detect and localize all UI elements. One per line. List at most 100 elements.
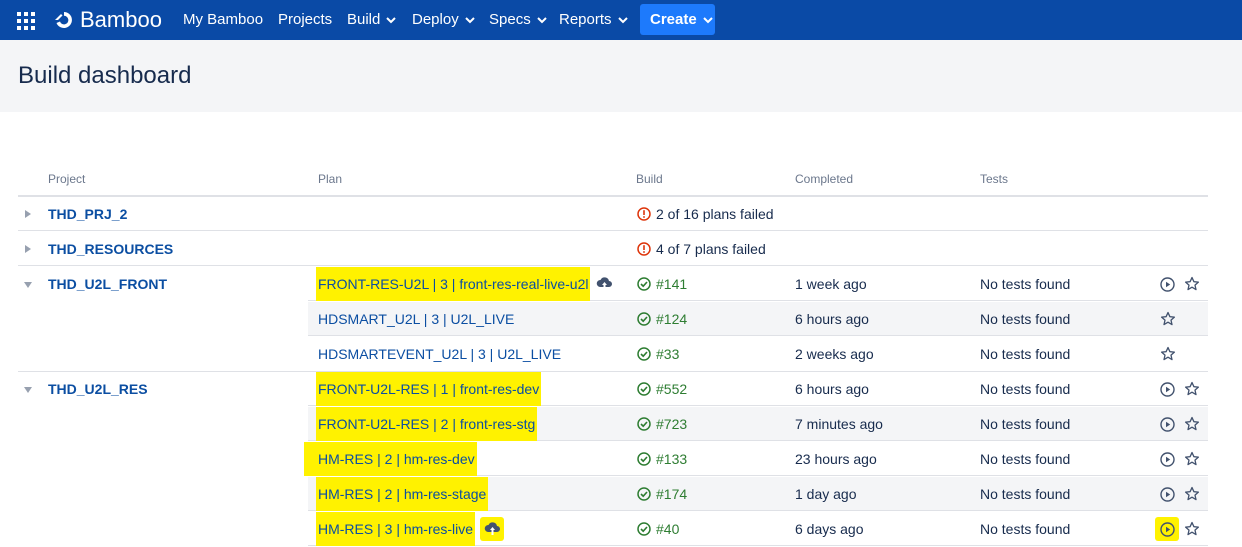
- nav-deploy-label: Deploy: [412, 11, 459, 28]
- plan-name-link[interactable]: HM-RES | 3 | hm-res-live: [316, 512, 476, 546]
- plan-row: HM-RES | 2 | hm-res-stage #174 1 day ago…: [308, 477, 1208, 511]
- completed-time: 7 minutes ago: [795, 416, 883, 432]
- favourite-star-icon[interactable]: [1184, 486, 1200, 502]
- success-check-icon: [637, 522, 651, 536]
- success-check-icon: [637, 417, 651, 431]
- run-build-icon[interactable]: [1160, 452, 1175, 467]
- run-build-icon[interactable]: [1160, 277, 1175, 292]
- tests-status: No tests found: [980, 311, 1071, 327]
- nav-specs[interactable]: Specs: [489, 0, 547, 40]
- project-name-link[interactable]: THD_U2L_FRONT: [48, 267, 167, 301]
- build-number-link[interactable]: #723: [656, 407, 687, 441]
- completed-time: 23 hours ago: [795, 451, 877, 467]
- run-build-icon[interactable]: [1160, 382, 1175, 397]
- run-build-icon[interactable]: [1160, 487, 1175, 502]
- favourite-star-icon[interactable]: [1184, 416, 1200, 432]
- nav-projects[interactable]: Projects: [278, 0, 332, 40]
- chevron-down-icon: [386, 16, 397, 23]
- build-number-link[interactable]: #133: [656, 442, 687, 476]
- success-check-icon: [637, 382, 651, 396]
- favourite-star-icon[interactable]: [1160, 311, 1176, 327]
- build-number-link[interactable]: #124: [656, 302, 687, 336]
- plan-row: FRONT-U2L-RES | 2 | front-res-stg #723 7…: [308, 407, 1208, 441]
- project-status: 4 of 7 plans failed: [656, 241, 766, 257]
- plan-name-link[interactable]: FRONT-RES-U2L | 3 | front-res-real-live-…: [316, 267, 591, 301]
- project-name-link[interactable]: THD_RESOURCES: [48, 232, 173, 266]
- favourite-star-icon[interactable]: [1184, 276, 1200, 292]
- tests-status: No tests found: [980, 346, 1071, 362]
- favourite-star-icon[interactable]: [1184, 451, 1200, 467]
- nav-deploy[interactable]: Deploy: [412, 0, 475, 40]
- column-header-build: Build: [636, 172, 663, 186]
- plan-row: FRONT-RES-U2L | 3 | front-res-real-live-…: [308, 267, 1208, 301]
- plan-name-link[interactable]: FRONT-U2L-RES | 1 | front-res-dev: [316, 372, 542, 406]
- column-header-plan: Plan: [318, 172, 343, 186]
- success-check-icon: [637, 452, 651, 466]
- expand-arrow-icon[interactable]: [25, 245, 31, 253]
- plan-name-link[interactable]: HM-RES | 2 | hm-res-dev: [304, 442, 477, 476]
- nav-specs-label: Specs: [489, 11, 531, 28]
- error-icon: [637, 242, 651, 256]
- app-switcher-icon[interactable]: [17, 12, 35, 30]
- cloud-upload-icon: [484, 522, 500, 535]
- column-header-tests: Tests: [980, 172, 1009, 186]
- plan-row: FRONT-U2L-RES | 1 | front-res-dev #552 6…: [308, 372, 1208, 406]
- completed-time: 2 weeks ago: [795, 346, 874, 362]
- completed-time: 1 day ago: [795, 486, 857, 502]
- completed-time: 6 hours ago: [795, 311, 869, 327]
- plan-row: HDSMART_U2L | 3 | U2L_LIVE #124 6 hours …: [308, 302, 1208, 336]
- nav-reports[interactable]: Reports: [559, 0, 628, 40]
- tests-status: No tests found: [980, 521, 1071, 537]
- nav-build-label: Build: [347, 11, 381, 28]
- plan-name-link[interactable]: FRONT-U2L-RES | 2 | front-res-stg: [316, 407, 538, 441]
- build-number-link[interactable]: #141: [656, 267, 687, 301]
- tests-status: No tests found: [980, 486, 1071, 502]
- chevron-down-icon: [464, 16, 475, 23]
- tests-status: No tests found: [980, 416, 1071, 432]
- favourite-star-icon[interactable]: [1184, 381, 1200, 397]
- chevron-down-icon: [536, 16, 547, 23]
- plan-name-link[interactable]: HM-RES | 2 | hm-res-stage: [316, 477, 489, 511]
- build-number-link[interactable]: #174: [656, 477, 687, 511]
- expand-arrow-icon[interactable]: [25, 210, 31, 218]
- project-row: THD_RESOURCES 4 of 7 plans failed: [18, 232, 1208, 266]
- nav-build[interactable]: Build: [347, 0, 397, 40]
- plan-row: HM-RES | 2 | hm-res-dev #133 23 hours ag…: [304, 442, 1208, 476]
- chevron-down-icon: [617, 16, 628, 23]
- error-icon: [637, 207, 651, 221]
- build-number-link[interactable]: #40: [656, 512, 679, 546]
- page-title: Build dashboard: [18, 62, 192, 89]
- build-number-link[interactable]: #33: [656, 337, 679, 371]
- build-number-link[interactable]: #552: [656, 372, 687, 406]
- create-button[interactable]: Create: [640, 4, 715, 35]
- create-button-label: Create: [650, 11, 697, 28]
- nav-my-bamboo[interactable]: My Bamboo: [183, 0, 263, 40]
- app-name[interactable]: Bamboo: [80, 0, 162, 40]
- success-check-icon: [637, 347, 651, 361]
- completed-time: 1 week ago: [795, 276, 867, 292]
- collapse-arrow-icon[interactable]: [24, 387, 32, 393]
- project-status: 2 of 16 plans failed: [656, 206, 774, 222]
- page-header: Build dashboard: [0, 40, 1242, 112]
- project-name-link[interactable]: THD_U2L_RES: [48, 372, 148, 406]
- tests-status: No tests found: [980, 451, 1071, 467]
- run-build-icon[interactable]: [1160, 417, 1175, 432]
- plan-name-link[interactable]: HDSMART_U2L | 3 | U2L_LIVE: [318, 302, 514, 336]
- plan-row: HM-RES | 3 | hm-res-live #40 6 days ago …: [308, 512, 1208, 546]
- favourite-star-icon[interactable]: [1160, 346, 1176, 362]
- top-nav-bar: Bamboo My Bamboo Projects Build Deploy S…: [0, 0, 1242, 40]
- project-row: THD_PRJ_2 2 of 16 plans failed: [18, 197, 1208, 231]
- project-name-link[interactable]: THD_PRJ_2: [48, 197, 127, 231]
- chevron-down-icon: [702, 16, 713, 23]
- tests-status: No tests found: [980, 381, 1071, 397]
- plan-name-link[interactable]: HDSMARTEVENT_U2L | 3 | U2L_LIVE: [318, 337, 561, 371]
- bamboo-logo-icon[interactable]: [52, 8, 76, 32]
- collapse-arrow-icon[interactable]: [24, 282, 32, 288]
- run-build-icon[interactable]: [1160, 522, 1175, 537]
- cloud-upload-icon: [596, 277, 612, 290]
- favourite-star-icon[interactable]: [1184, 521, 1200, 537]
- tests-status: No tests found: [980, 276, 1071, 292]
- success-check-icon: [637, 277, 651, 291]
- success-check-icon: [637, 487, 651, 501]
- success-check-icon: [637, 312, 651, 326]
